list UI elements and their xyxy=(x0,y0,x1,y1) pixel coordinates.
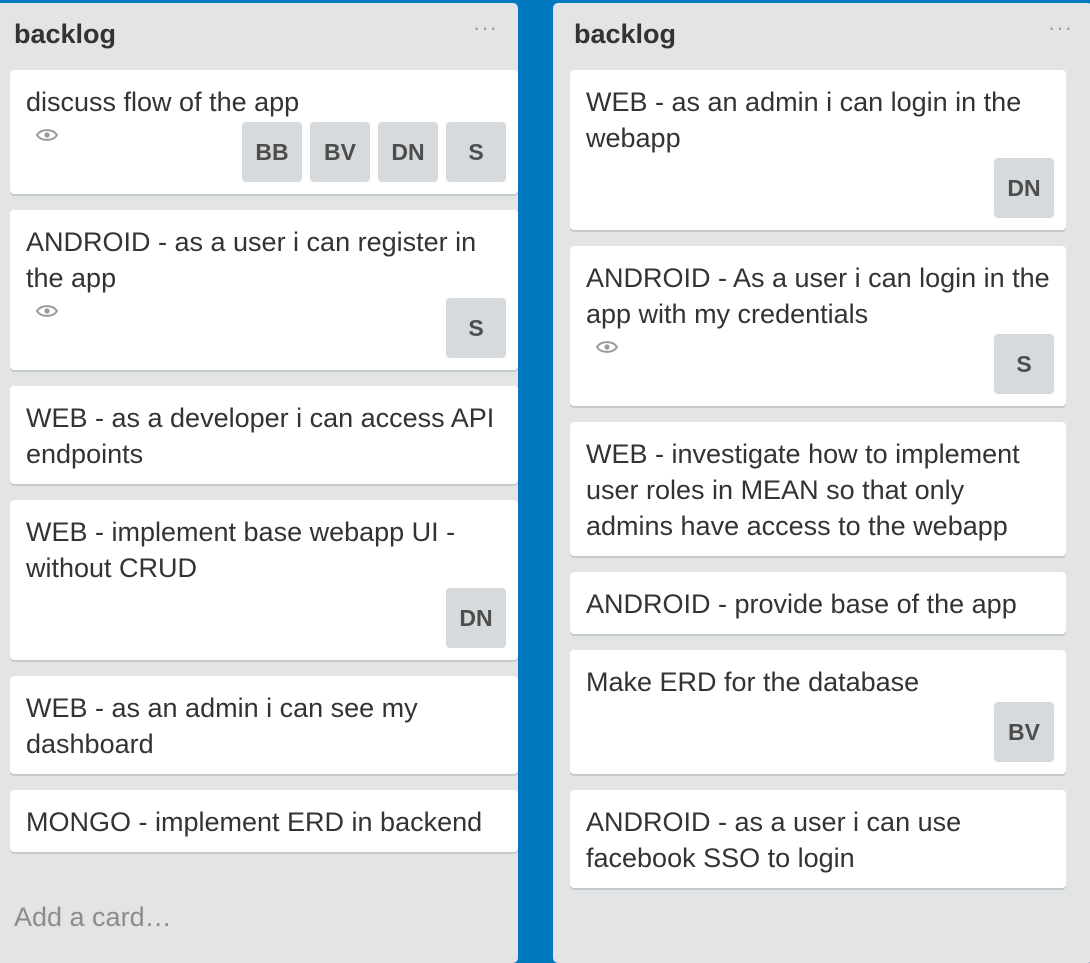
list-menu-icon[interactable]: ··· xyxy=(473,15,498,41)
card-list: discuss flow of the app BB BV DN S ANDROID - … xyxy=(10,70,518,868)
card-badges: DN xyxy=(586,158,1054,218)
card-title: MONGO - implement ERD in backend xyxy=(26,807,483,837)
card[interactable]: discuss flow of the app BB BV DN S xyxy=(10,70,518,194)
card[interactable]: ANDROID - as a user i can use facebook S… xyxy=(570,790,1066,888)
card-title: ANDROID - As a user i can login in the a… xyxy=(586,263,1050,329)
eye-icon xyxy=(36,129,58,141)
card-badges: S xyxy=(26,298,506,358)
member-avatar[interactable]: BV xyxy=(994,702,1054,762)
card-title: WEB - implement base webapp UI - without… xyxy=(26,517,456,583)
card[interactable]: ANDROID - provide base of the app xyxy=(570,572,1066,634)
list-backlog-left: backlog ··· discuss flow of the app BB BV D… xyxy=(0,3,518,963)
card-members: S xyxy=(994,334,1054,394)
card-title: WEB - investigate how to implement user … xyxy=(586,439,1020,541)
list-menu-icon[interactable]: ··· xyxy=(1048,15,1073,41)
card[interactable]: WEB - as an admin i can see my dashboard xyxy=(10,676,518,774)
card-title: ANDROID - as a user i can use facebook S… xyxy=(586,807,962,873)
card-members: DN xyxy=(994,158,1054,218)
card-title: WEB - as an admin i can login in the web… xyxy=(586,87,1022,153)
card[interactable]: ANDROID - As a user i can login in the a… xyxy=(570,246,1066,406)
card-title: WEB - as an admin i can see my dashboard xyxy=(26,693,418,759)
card-title: ANDROID - as a user i can register in th… xyxy=(26,227,477,293)
member-avatar[interactable]: S xyxy=(446,122,506,182)
list-title[interactable]: backlog xyxy=(14,19,116,50)
card-badges: S xyxy=(586,334,1054,394)
card-title: Make ERD for the database xyxy=(586,667,920,697)
list-header: backlog ··· xyxy=(0,3,518,69)
list-title[interactable]: backlog xyxy=(574,19,676,50)
card[interactable]: WEB - investigate how to implement user … xyxy=(570,422,1066,556)
card-title: ANDROID - provide base of the app xyxy=(586,589,1017,619)
card-members: BV xyxy=(994,702,1054,762)
member-avatar[interactable]: S xyxy=(994,334,1054,394)
card-list: WEB - as an admin i can login in the web… xyxy=(570,70,1066,904)
card-title: discuss flow of the app xyxy=(26,87,300,117)
member-avatar[interactable]: DN xyxy=(446,588,506,648)
card[interactable]: WEB - implement base webapp UI - without… xyxy=(10,500,518,660)
card[interactable]: ANDROID - as a user i can register in th… xyxy=(10,210,518,370)
list-backlog-right: backlog ··· WEB - as an admin i can logi… xyxy=(553,3,1090,963)
member-avatar[interactable]: S xyxy=(446,298,506,358)
card[interactable]: Make ERD for the database BV xyxy=(570,650,1066,774)
card-members: BB BV DN S xyxy=(242,122,506,182)
card-members: DN xyxy=(446,588,506,648)
member-avatar[interactable]: DN xyxy=(378,122,438,182)
eye-icon xyxy=(596,341,618,353)
eye-icon xyxy=(36,305,58,317)
card-badges: BB BV DN S xyxy=(26,122,506,182)
member-avatar[interactable]: DN xyxy=(994,158,1054,218)
card-badges: DN xyxy=(26,588,506,648)
card[interactable]: WEB - as an admin i can login in the web… xyxy=(570,70,1066,230)
member-avatar[interactable]: BV xyxy=(310,122,370,182)
member-avatar[interactable]: BB xyxy=(242,122,302,182)
card-badges: BV xyxy=(586,702,1054,762)
card[interactable]: MONGO - implement ERD in backend xyxy=(10,790,518,852)
card-title: WEB - as a developer i can access API en… xyxy=(26,403,495,469)
card-members: S xyxy=(446,298,506,358)
list-header: backlog ··· xyxy=(553,3,1090,69)
add-card-button[interactable]: Add a card… xyxy=(14,902,172,933)
card[interactable]: WEB - as a developer i can access API en… xyxy=(10,386,518,484)
